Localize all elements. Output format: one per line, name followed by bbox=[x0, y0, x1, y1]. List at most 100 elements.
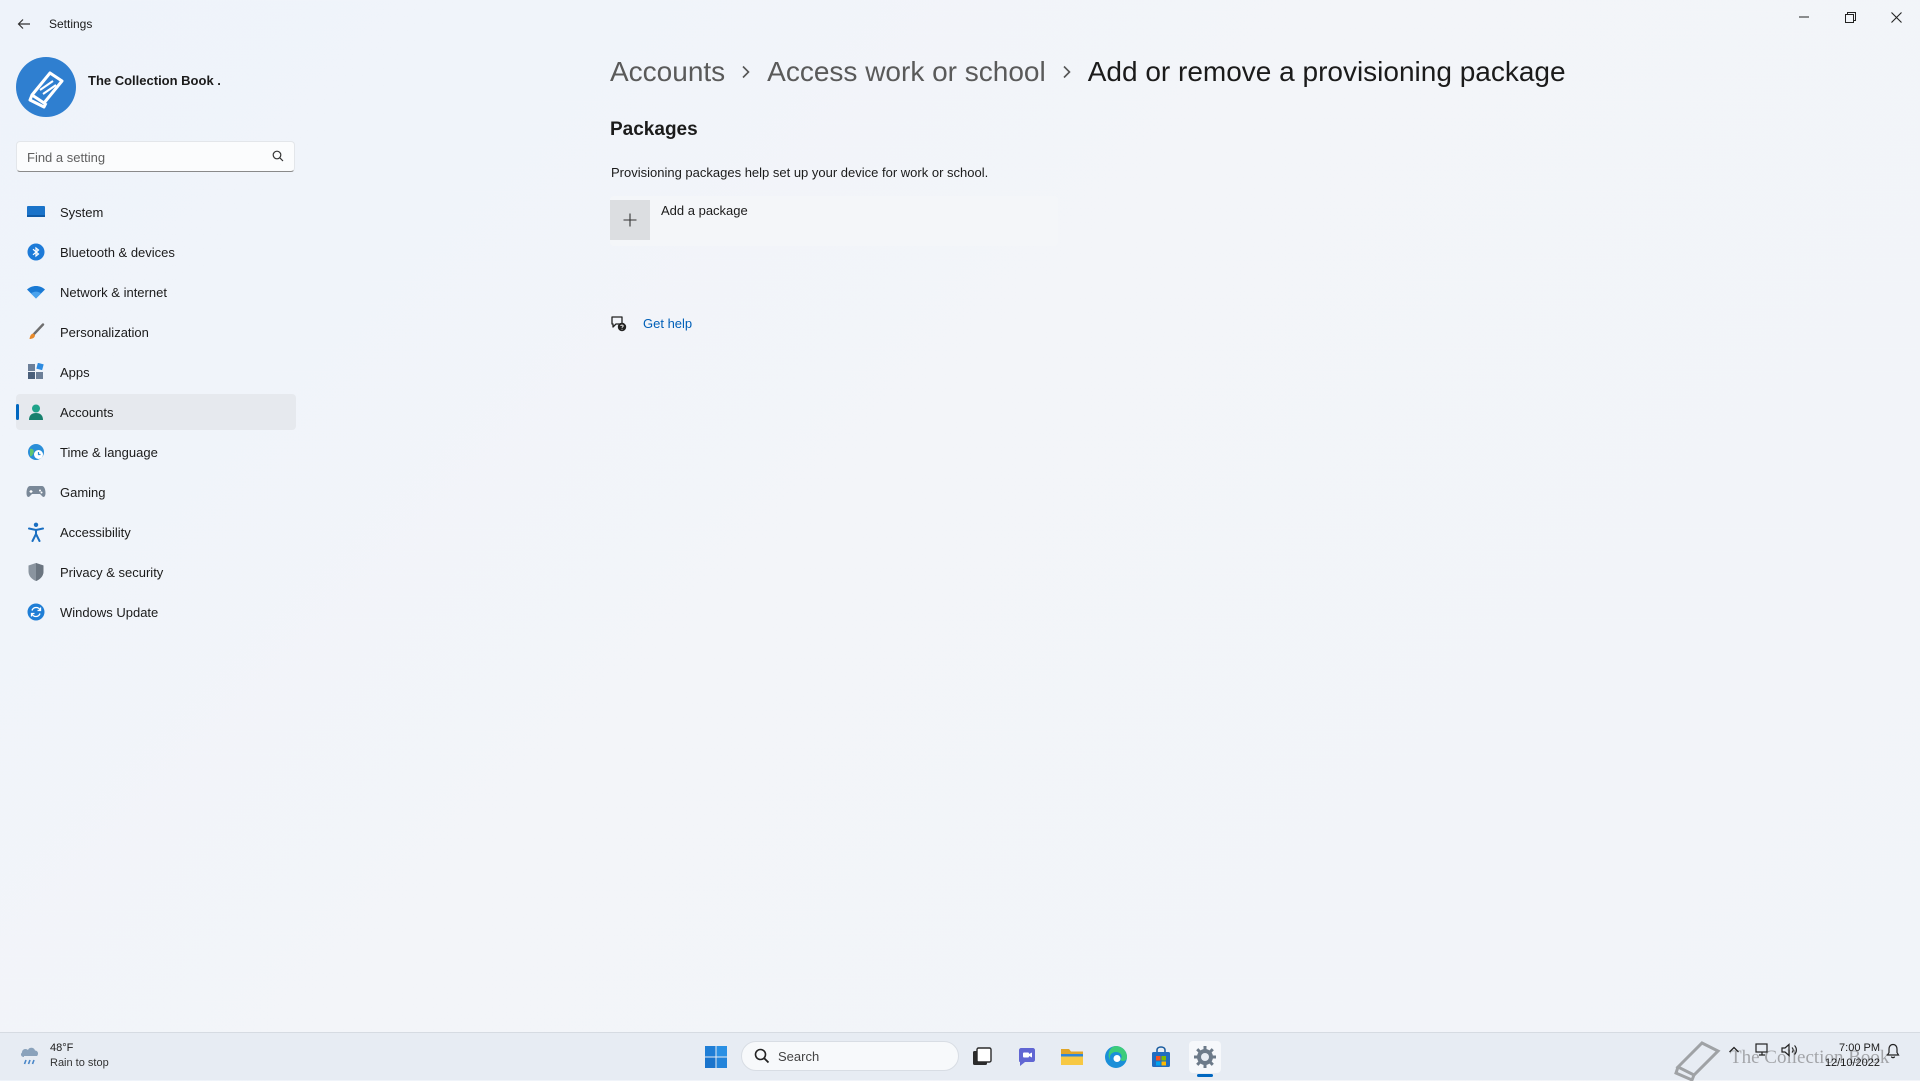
bell-icon bbox=[1886, 1043, 1900, 1059]
store-bag-icon bbox=[1152, 1046, 1170, 1067]
sidebar-item-personalization[interactable]: Personalization bbox=[16, 314, 296, 350]
apps-icon bbox=[26, 362, 46, 382]
network-wired-icon bbox=[1755, 1043, 1768, 1056]
microsoft-store-button[interactable] bbox=[1145, 1041, 1177, 1073]
restore-button[interactable] bbox=[1827, 4, 1873, 30]
back-button[interactable] bbox=[14, 12, 34, 36]
clock-time: 7:00 PM bbox=[1839, 1042, 1880, 1054]
add-package-button[interactable]: Add a package bbox=[610, 196, 1058, 246]
chevron-right-icon bbox=[1062, 65, 1072, 79]
person-icon bbox=[26, 402, 46, 422]
rain-cloud-icon bbox=[20, 1047, 39, 1065]
weather-widget[interactable]: 48°F Rain to stop bbox=[18, 1041, 158, 1075]
sidebar-item-label: Privacy & security bbox=[60, 565, 164, 580]
sidebar-nav: System Bluetooth & devices Network & int… bbox=[16, 194, 296, 634]
user-profile[interactable]: The Collection Book . bbox=[16, 57, 296, 119]
close-icon bbox=[1890, 11, 1902, 23]
close-button[interactable] bbox=[1873, 4, 1919, 30]
sidebar-item-label: Time & language bbox=[60, 445, 158, 460]
taskbar-search-label: Search bbox=[778, 1049, 820, 1064]
profile-name: The Collection Book . bbox=[88, 73, 221, 88]
sidebar-item-label: Apps bbox=[60, 365, 90, 380]
sidebar-item-privacy-security[interactable]: Privacy & security bbox=[16, 554, 296, 590]
taskbar-search[interactable]: Search bbox=[741, 1041, 959, 1071]
gamepad-icon bbox=[26, 482, 46, 502]
sidebar-item-gaming[interactable]: Gaming bbox=[16, 474, 296, 510]
minimize-button[interactable] bbox=[1781, 4, 1827, 30]
settings-search-box[interactable] bbox=[16, 141, 295, 172]
sidebar-item-label: Bluetooth & devices bbox=[60, 245, 175, 260]
active-indicator bbox=[16, 404, 19, 420]
chat-button[interactable] bbox=[1011, 1041, 1043, 1073]
weather-temperature: 48°F bbox=[50, 1042, 74, 1054]
sidebar-item-label: Accessibility bbox=[60, 525, 131, 540]
task-view-button[interactable] bbox=[966, 1041, 998, 1073]
sidebar-item-label: System bbox=[60, 205, 104, 220]
section-title-packages: Packages bbox=[610, 119, 698, 140]
book-logo-icon bbox=[28, 71, 64, 109]
settings-taskbar-button[interactable] bbox=[1189, 1041, 1221, 1073]
system-clock[interactable]: 7:00 PM 12/10/2022 bbox=[1825, 1041, 1880, 1071]
active-app-indicator bbox=[1197, 1074, 1213, 1077]
notifications-button[interactable] bbox=[1886, 1043, 1900, 1064]
avatar bbox=[16, 57, 76, 117]
sidebar-item-accessibility[interactable]: Accessibility bbox=[16, 514, 296, 550]
accessibility-icon bbox=[26, 522, 46, 542]
breadcrumb-accounts[interactable]: Accounts bbox=[610, 56, 725, 88]
file-explorer-button[interactable] bbox=[1056, 1041, 1088, 1073]
section-description: Provisioning packages help set up your d… bbox=[611, 165, 989, 180]
arrow-left-icon bbox=[17, 19, 30, 29]
edge-browser-button[interactable] bbox=[1100, 1041, 1132, 1073]
plus-icon bbox=[610, 200, 650, 240]
sidebar-item-label: Gaming bbox=[60, 485, 106, 500]
volume-tray-button[interactable] bbox=[1781, 1043, 1799, 1062]
sidebar-item-accounts[interactable]: Accounts bbox=[16, 394, 296, 430]
teams-chat-icon bbox=[1019, 1048, 1035, 1066]
network-tray-button[interactable] bbox=[1755, 1043, 1771, 1062]
windows-logo-icon bbox=[705, 1046, 727, 1068]
page-title: Add or remove a provisioning package bbox=[1087, 56, 1566, 87]
get-help-icon bbox=[611, 316, 627, 332]
breadcrumb-access-work-school[interactable]: Access work or school bbox=[767, 56, 1046, 88]
chevron-up-icon bbox=[1729, 1046, 1739, 1053]
brush-icon bbox=[26, 322, 46, 342]
minimize-icon bbox=[1799, 16, 1809, 18]
breadcrumb: Accounts Access work or school Add or re… bbox=[610, 56, 1566, 88]
edge-icon bbox=[1105, 1046, 1127, 1068]
search-icon bbox=[754, 1048, 770, 1064]
sidebar-item-apps[interactable]: Apps bbox=[16, 354, 296, 390]
app-title: Settings bbox=[49, 17, 93, 31]
clock-date: 12/10/2022 bbox=[1824, 1057, 1880, 1069]
sidebar-item-system[interactable]: System bbox=[16, 194, 296, 230]
settings-search-input[interactable] bbox=[27, 148, 257, 166]
start-button[interactable] bbox=[700, 1041, 732, 1073]
wifi-icon bbox=[26, 282, 46, 302]
chevron-right-icon bbox=[741, 65, 751, 79]
folder-icon bbox=[1061, 1049, 1083, 1065]
get-help-link[interactable]: Get help bbox=[643, 316, 692, 331]
tray-overflow-button[interactable] bbox=[1728, 1043, 1740, 1061]
sidebar-item-label: Network & internet bbox=[60, 285, 167, 300]
sidebar-item-time-language[interactable]: Time & language bbox=[16, 434, 296, 470]
speaker-icon bbox=[1781, 1043, 1797, 1057]
bluetooth-icon bbox=[26, 242, 46, 262]
shield-icon bbox=[26, 562, 46, 582]
taskbar: 48°F Rain to stop Search The Collection … bbox=[0, 1032, 1920, 1081]
globe-clock-icon bbox=[26, 442, 46, 462]
weather-condition: Rain to stop bbox=[50, 1057, 109, 1069]
sidebar-item-label: Accounts bbox=[60, 405, 114, 420]
sidebar-item-bluetooth[interactable]: Bluetooth & devices bbox=[16, 234, 296, 270]
monitor-icon bbox=[26, 202, 46, 222]
sidebar-item-label: Personalization bbox=[60, 325, 149, 340]
update-icon bbox=[26, 602, 46, 622]
sidebar-item-network[interactable]: Network & internet bbox=[16, 274, 296, 310]
gear-icon bbox=[1194, 1046, 1216, 1068]
restore-icon bbox=[1844, 11, 1856, 23]
add-package-label: Add a package bbox=[661, 203, 748, 218]
search-icon bbox=[272, 150, 284, 162]
title-bar: Settings bbox=[0, 0, 1920, 48]
book-watermark-icon bbox=[1674, 1041, 1721, 1081]
task-view-icon bbox=[973, 1047, 992, 1065]
sidebar-item-label: Windows Update bbox=[60, 605, 159, 620]
sidebar-item-windows-update[interactable]: Windows Update bbox=[16, 594, 296, 630]
